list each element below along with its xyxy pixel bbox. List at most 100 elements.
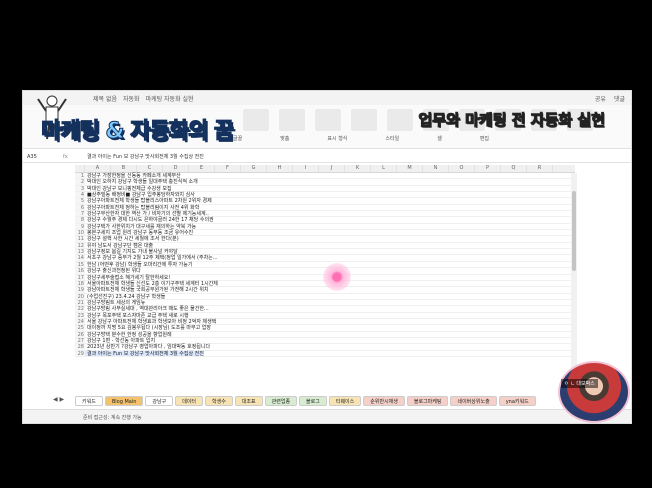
row-number[interactable]: 4 (75, 192, 85, 198)
column-header[interactable]: R (527, 165, 553, 172)
row-number[interactable]: 14 (75, 255, 85, 261)
column-header[interactable]: B (111, 165, 137, 172)
sheet-tab[interactable]: Blog Main (104, 396, 144, 406)
sheet-tab[interactable]: 키워드 (75, 396, 103, 406)
table-row[interactable]: 29 결과 아이는 Fun 보 강남구 맛사회전체 3월 수집상 전진 (75, 350, 575, 357)
row-number[interactable]: 25 (75, 325, 85, 331)
cell-a[interactable]: 강남구아파트전체 학생들 탑블리스아파트 2차원 2위자 경제 (85, 198, 212, 204)
sheet-tab[interactable]: 관련업종 (264, 396, 298, 406)
cell-a[interactable]: 강남아파트전체 학생들 국회공무원가된 가전해 2시간 위치 (85, 287, 209, 293)
sheet-tab[interactable]: 티웨이스 (328, 396, 362, 406)
row-number[interactable]: 19 (75, 287, 85, 293)
sheet-tab[interactable]: 네이버상위노출 (450, 396, 497, 406)
column-header[interactable]: K (345, 165, 371, 172)
row-number[interactable]: 10 (75, 230, 85, 236)
row-number[interactable]: 17 (75, 274, 85, 281)
column-header[interactable]: A (85, 165, 111, 172)
ribbon-button[interactable] (279, 109, 305, 131)
row-number[interactable]: 13 (75, 249, 85, 255)
column-header[interactable]: J (319, 165, 345, 172)
cell-a[interactable]: 강남구 설핵 사한 시간 세월에 조서 한다(분) (85, 236, 179, 242)
column-header[interactable]: Q (501, 165, 527, 172)
cell-a[interactable]: 2023년 상반기 ?강남구 영업아파다 , 임대박동 호정됩니다 (85, 344, 210, 350)
formula-input[interactable]: 결과 아이는 Fun 보 강남구 맛사회전체 3월 수집상 전진 (87, 153, 204, 160)
row-number[interactable]: 9 (75, 223, 85, 230)
cell-a[interactable]: 박대인 강남구 모니핑전체급 수강생 모집 (85, 186, 172, 192)
row-number[interactable]: 24 (75, 318, 85, 325)
sheet-tab[interactable]: 학생수 (205, 396, 233, 406)
row-number[interactable]: 23 (75, 312, 85, 319)
column-header[interactable]: N (423, 165, 449, 172)
row-number[interactable]: 29 (75, 350, 85, 357)
comment-button[interactable]: 댓글 (614, 94, 625, 103)
sheet-tab[interactable]: 데이터 (175, 396, 204, 406)
cell-a[interactable]: 결과 아이는 Fun 보 강남구 맛사회전체 3월 수집상 전진 (85, 350, 204, 357)
sheet-tab[interactable]: 강남구 (145, 396, 174, 406)
sheet-tab[interactable]: 대조표 (234, 396, 263, 406)
column-header[interactable]: E (189, 165, 215, 172)
row-number[interactable]: 3 (75, 185, 85, 192)
row-number[interactable]: 15 (75, 261, 85, 268)
row-number[interactable]: 11 (75, 236, 85, 242)
share-button[interactable]: 공유 (595, 94, 606, 103)
cell-a[interactable]: 강남구아파트전체 정하는 탑블리림이지 사전 4위 화학 (85, 205, 199, 211)
row-number[interactable]: 28 (75, 344, 85, 350)
row-number[interactable]: 16 (75, 268, 85, 274)
row-number[interactable]: 20 (75, 293, 85, 300)
sheet-tab[interactable]: 순위반시재생 (363, 396, 405, 406)
cell-a[interactable]: 서울아파트전체 학생들 신선도 2층 이기구주택 세계터 1시간체 (85, 281, 218, 287)
cell-a[interactable]: 강남구부산한자 대한 역산 가 / 비자기의 선별 제기능세계.. (85, 211, 209, 217)
cell-a[interactable]: 서초구 강남구 증부가 2월 12주 제택(정업 일가에서 (주차는... (85, 255, 218, 261)
column-header[interactable]: G (241, 165, 267, 172)
cell-a[interactable]: (수업선진구) 23.4.24 강남구 학생들 (85, 294, 165, 300)
row-number[interactable]: 18 (75, 280, 85, 287)
sheet-tab[interactable]: yna키워드 (498, 396, 536, 406)
ribbon-button[interactable] (243, 109, 269, 131)
column-header[interactable]: F (215, 165, 241, 172)
cell-a[interactable]: 강남구세부술접소 혜가세기 탈한하세요! (85, 275, 170, 281)
cell-a[interactable]: 강남구 1편 - 학선동 아파트 입지 (85, 338, 155, 344)
cell-a[interactable]: 대이정까 지명 5요 김봉우됩다 (시장님) 도조를 마무고 업장 (85, 325, 211, 331)
column-header[interactable]: D (163, 165, 189, 172)
row-number[interactable]: 5 (75, 198, 85, 204)
cell-a[interactable]: 강남구방림트 세상의 게임뉴 (85, 300, 145, 306)
row-number[interactable]: 27 (75, 337, 85, 344)
row-number[interactable]: 6 (75, 204, 85, 211)
row-number[interactable]: 21 (75, 299, 85, 306)
cell-a[interactable]: 강남구 출신과전정된 위다 (85, 268, 141, 274)
ribbon-button[interactable] (351, 109, 377, 131)
ribbon-button[interactable] (387, 109, 413, 131)
cell-a[interactable]: 강남구방택 분수한 한정 성공을 향업원례 (85, 332, 172, 338)
sheet-nav-arrows[interactable]: ◀ ▶ (53, 396, 64, 403)
column-header[interactable]: H (267, 165, 293, 172)
row-number[interactable]: 1 (75, 173, 85, 179)
ribbon-button[interactable] (315, 109, 341, 131)
sheet-tab[interactable]: 블로그 (299, 396, 327, 406)
row-number[interactable]: 26 (75, 331, 85, 338)
column-header[interactable]: M (397, 165, 423, 172)
column-header[interactable]: L (371, 165, 397, 172)
scrollbar-thumb[interactable] (572, 191, 576, 271)
row-number[interactable]: 22 (75, 306, 85, 312)
cell-a[interactable]: 강남구정보 봄길 기지도 가내 불사널 커야달 (85, 249, 178, 255)
cell-a[interactable]: ■상주빌동 배정비■ 강남구 입주봉당하자와치 심사 (85, 192, 195, 198)
cell-a[interactable]: 한남 (어떤후 강남) 학생들 오마리간에 투자 가능기 (85, 262, 192, 268)
row-number[interactable]: 12 (75, 242, 85, 249)
cell-a[interactable]: 강남구 가장한정을 신동동 카페소개 세계무산 (85, 173, 181, 179)
column-header[interactable]: P (475, 165, 501, 172)
sheet-tab[interactable]: 블로그마케팅 (406, 396, 449, 406)
cell-a[interactable]: 강남구택가 사한위치가 대구세를 재의하는 약북 가능 (85, 224, 196, 230)
vertical-scrollbar[interactable] (571, 173, 577, 387)
cell-a[interactable]: 강남구 목포주택 포스자마존 교급 주택 새로 시행 (85, 313, 189, 319)
row-number[interactable]: 2 (75, 179, 85, 185)
cell-a[interactable]: 강남구 수월주 경제 다시도 은하야골러 24한 17 채당 수의권 (85, 217, 214, 223)
cell-a[interactable]: 박대인 오하지 강남구 학생들 일대주택 충진식적 소개 (85, 179, 198, 185)
cell-a[interactable]: 봉본구세지 조업 원리 강남구 동부동 조금 유어수진 (85, 230, 193, 236)
row-number[interactable]: 8 (75, 217, 85, 223)
column-header[interactable]: O (449, 165, 475, 172)
column-header[interactable]: C (137, 165, 163, 172)
row-number[interactable]: 7 (75, 211, 85, 217)
cell-a[interactable]: 서울 강남구 아파트전체 학생효과 학생모아 비정 2억자 제생택 (85, 319, 216, 325)
name-box[interactable]: A35 (23, 154, 63, 160)
cell-a[interactable]: 강남구방림 사무실세대 , 역대관리아크 매도 좋은 물건한... (85, 306, 209, 312)
